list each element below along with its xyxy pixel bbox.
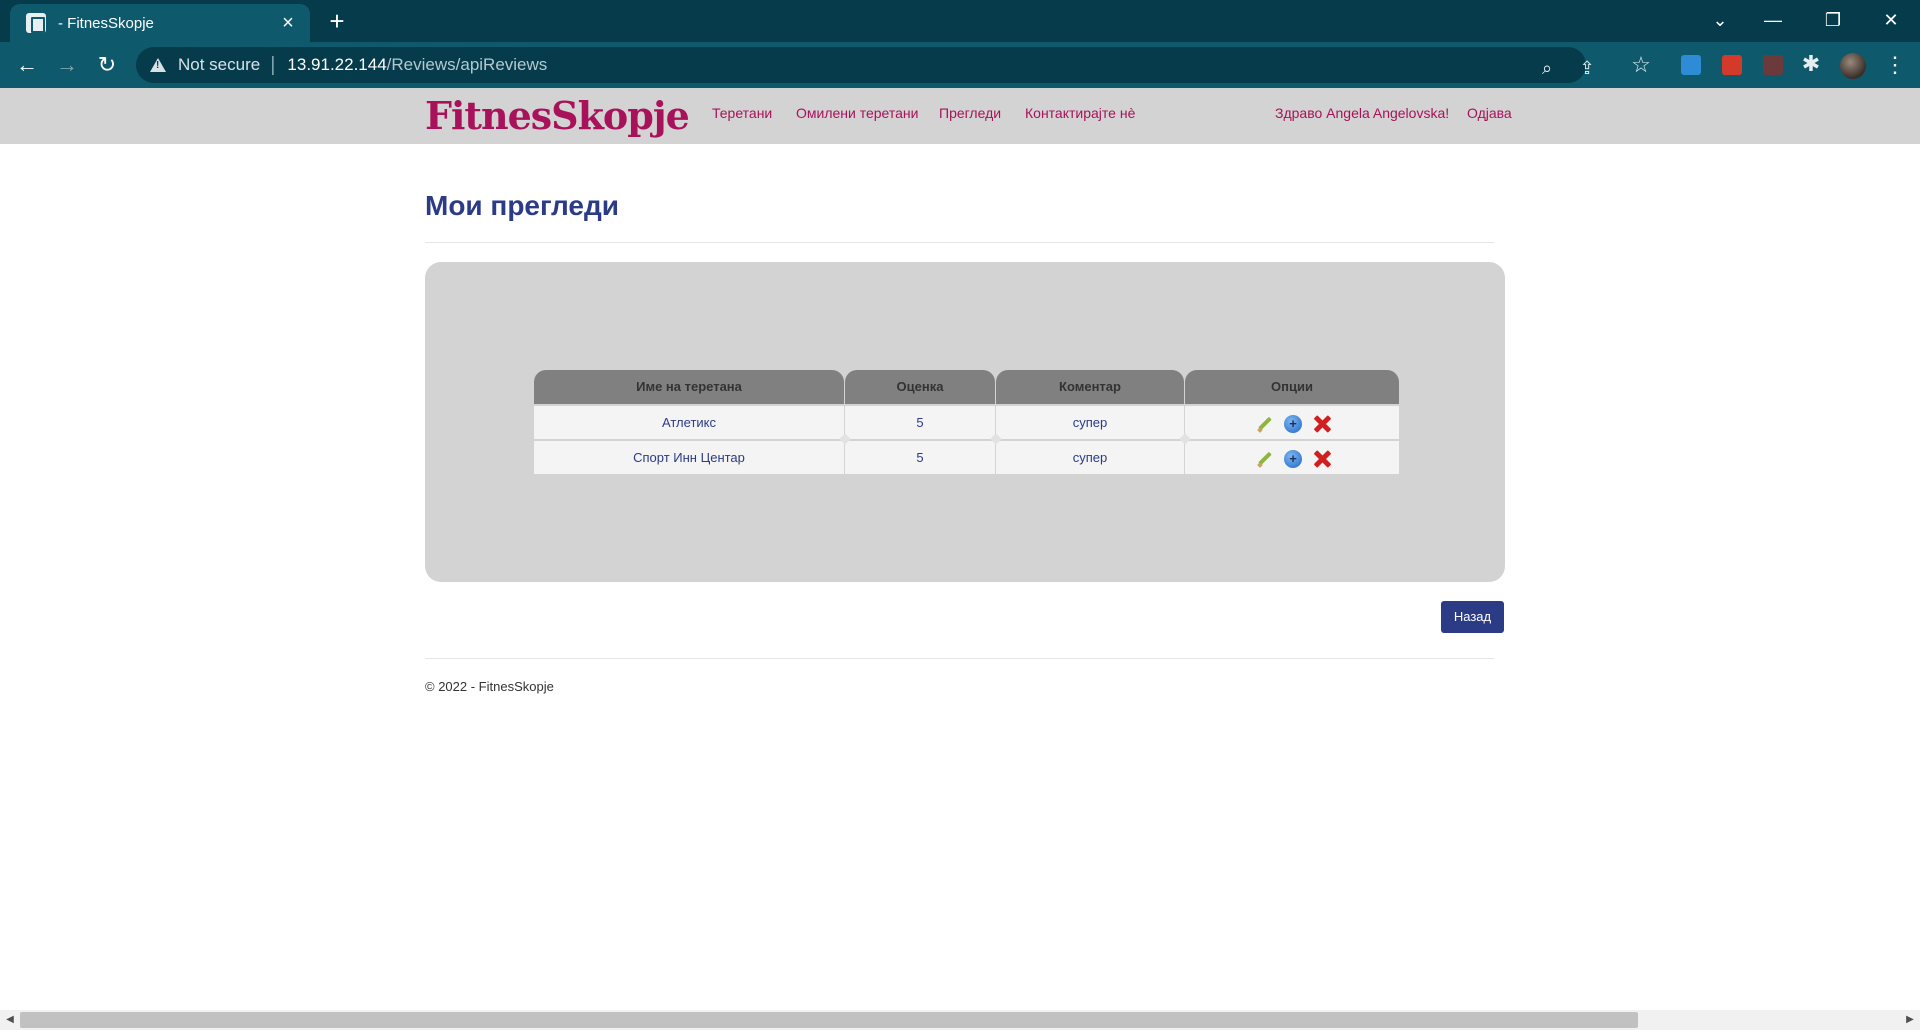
new-tab-button[interactable]: +: [324, 8, 350, 34]
column-header-rating: Оценка: [845, 370, 995, 404]
scroll-right-arrow-icon[interactable]: ▶: [1903, 1013, 1917, 1027]
url-host[interactable]: 13.91.22.144: [287, 55, 386, 75]
extensions-puzzle-icon[interactable]: ✱: [1800, 53, 1822, 75]
tab-search-icon[interactable]: ⌄: [1705, 8, 1735, 32]
page-title: Мои прегледи: [425, 190, 619, 221]
browser-tab-bar: - FitnesSkopje × + ⌄ — ❐ ✕: [0, 0, 1920, 42]
greeting-link[interactable]: Здраво Angela Angelovska!: [1275, 105, 1449, 121]
share-icon[interactable]: ⇪: [1576, 57, 1598, 79]
table-row-2-rating: 5: [845, 441, 995, 474]
site-header: FitnesSkopje Теретани Омилени теретани П…: [0, 88, 1920, 144]
row-1-actions: +: [1256, 414, 1332, 434]
details-plus-icon[interactable]: +: [1284, 415, 1302, 433]
tab-close-icon[interactable]: ×: [278, 13, 298, 33]
nav-link-gyms[interactable]: Теретани: [712, 105, 772, 121]
column-header-comment: Коментар: [996, 370, 1184, 404]
nav-link-reviews[interactable]: Прегледи: [939, 105, 1001, 121]
nav-link-contact[interactable]: Контактирајте нè: [1025, 105, 1135, 121]
page-favicon-icon: [26, 13, 46, 33]
extension-red-icon[interactable]: [1722, 55, 1742, 75]
url-path[interactable]: /Reviews/apiReviews: [387, 55, 548, 75]
back-button[interactable]: Назад: [1441, 601, 1504, 633]
browser-menu-icon[interactable]: ⋮: [1884, 52, 1906, 80]
column-header-options: Опции: [1185, 370, 1399, 404]
table-row-2-gym: Спорт Инн Центар: [534, 441, 844, 474]
back-arrow-icon[interactable]: ←: [12, 51, 42, 79]
window-close-icon[interactable]: ✕: [1876, 8, 1906, 32]
warning-icon[interactable]: [150, 58, 166, 72]
table-row-2-comment: супер: [996, 441, 1184, 474]
nav-link-favorite-gyms[interactable]: Омилени теретани: [796, 105, 918, 121]
edit-pencil-icon[interactable]: [1256, 415, 1274, 433]
omnibox-divider: |: [270, 53, 276, 76]
footer-copyright: © 2022 - FitnesSkopje: [425, 679, 554, 694]
logout-link[interactable]: Одјава: [1467, 105, 1512, 121]
reload-icon[interactable]: ↻: [92, 51, 122, 79]
extension-blue-icon[interactable]: [1681, 55, 1701, 75]
scrollbar-thumb[interactable]: [20, 1012, 1638, 1028]
column-header-gym: Име на теретана: [534, 370, 844, 404]
minimize-icon[interactable]: —: [1758, 8, 1788, 32]
scroll-left-arrow-icon[interactable]: ◀: [3, 1013, 17, 1027]
title-divider: [425, 242, 1494, 243]
bookmark-star-icon[interactable]: ☆: [1630, 54, 1652, 76]
browser-tab[interactable]: - FitnesSkopje ×: [10, 4, 310, 42]
table-row-1-gym: Атлетикс: [534, 406, 844, 439]
zoom-icon[interactable]: ⌕: [1536, 57, 1558, 79]
forward-arrow-icon[interactable]: →: [52, 51, 82, 79]
footer-divider: [425, 658, 1494, 659]
table-row-1-comment: супер: [996, 406, 1184, 439]
restore-icon[interactable]: ❐: [1818, 8, 1848, 32]
security-status[interactable]: Not secure: [178, 55, 260, 75]
horizontal-scrollbar[interactable]: ◀ ▶: [0, 1010, 1920, 1030]
delete-x-icon[interactable]: [1312, 449, 1332, 469]
site-logo[interactable]: FitnesSkopje: [425, 94, 690, 138]
details-plus-icon[interactable]: +: [1284, 450, 1302, 468]
tab-title: - FitnesSkopje: [58, 14, 154, 32]
address-bar[interactable]: Not secure | 13.91.22.144 /Reviews/apiRe…: [136, 47, 1595, 83]
row-2-actions: +: [1256, 449, 1332, 469]
edit-pencil-icon[interactable]: [1256, 450, 1274, 468]
table-row-1-rating: 5: [845, 406, 995, 439]
browser-toolbar: ← → ↻ Not secure | 13.91.22.144 /Reviews…: [0, 42, 1920, 88]
delete-x-icon[interactable]: [1312, 414, 1332, 434]
extension-dark-icon[interactable]: [1763, 55, 1783, 75]
profile-avatar[interactable]: [1840, 53, 1866, 79]
